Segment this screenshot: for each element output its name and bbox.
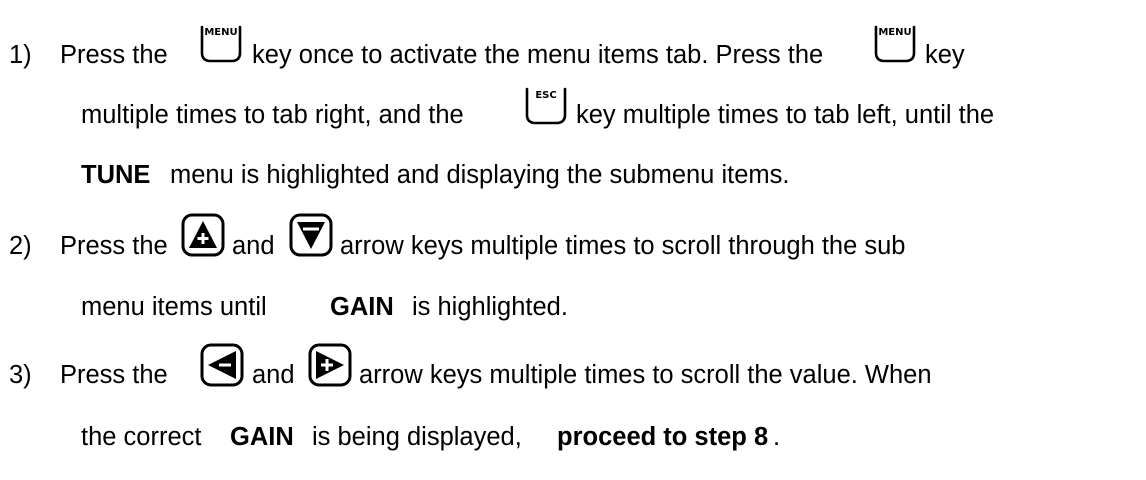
step-text: Press the <box>60 232 168 260</box>
step-text: the correct <box>81 423 202 451</box>
step-text: arrow keys multiple times to scroll thro… <box>340 232 906 260</box>
right-arrow-key-icon <box>307 342 353 388</box>
step-text: is being displayed, <box>312 423 522 451</box>
gain-label: GAIN <box>230 423 294 451</box>
menu-key-icon: MENU <box>198 20 244 66</box>
step-text: Press the <box>60 41 168 69</box>
step-number: 3) <box>9 361 32 389</box>
step-text: and <box>252 361 295 389</box>
key-label: MENU <box>204 27 237 38</box>
step-reference: proceed to step 8 <box>557 423 769 451</box>
step-text: menu is highlighted and displaying the s… <box>170 161 790 189</box>
key-label: ESC <box>535 90 556 101</box>
step-number: 1) <box>9 41 32 69</box>
step-text: key multiple times to tab left, until th… <box>576 101 995 129</box>
step-text: is highlighted. <box>412 293 568 321</box>
step-text: key once to activate the menu items tab.… <box>252 41 824 69</box>
step-text: key <box>925 41 965 69</box>
esc-key-icon: ESC <box>523 82 569 128</box>
step-number: 2) <box>9 232 32 260</box>
step-text: arrow keys multiple times to scroll the … <box>359 361 932 389</box>
step-text: and <box>232 232 275 260</box>
menu-key-icon: MENU <box>872 20 918 66</box>
step-text: menu items until <box>81 293 267 321</box>
gain-label: GAIN <box>330 293 394 321</box>
step-text: . <box>773 423 781 451</box>
up-arrow-key-icon <box>180 212 226 258</box>
instruction-page: 1) Press the MENU key once to activate t… <box>0 0 1146 480</box>
down-arrow-key-icon <box>288 212 334 258</box>
key-label: MENU <box>878 27 911 38</box>
step-text: multiple times to tab right, and the <box>81 101 464 129</box>
step-text: Press the <box>60 361 168 389</box>
left-arrow-key-icon <box>199 342 245 388</box>
menu-name: TUNE <box>81 161 151 189</box>
